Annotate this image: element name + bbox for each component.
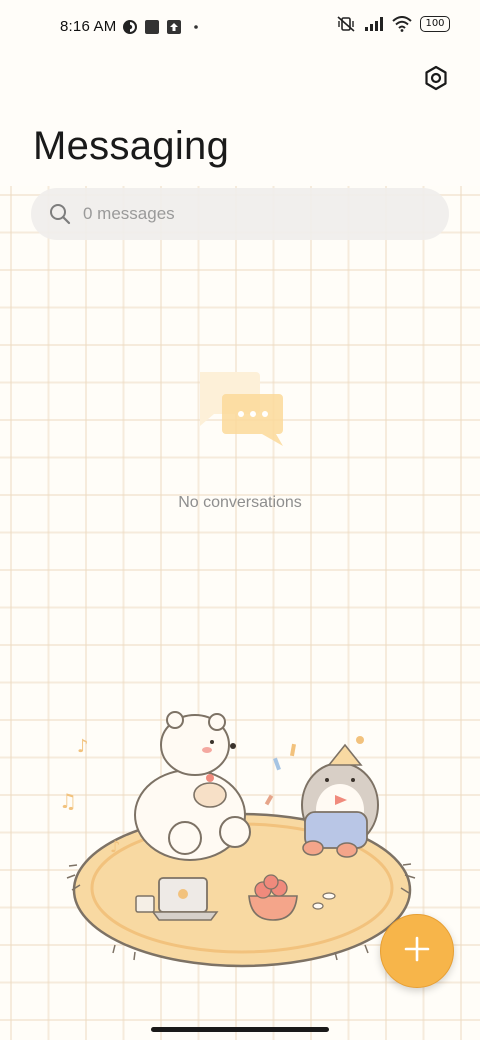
svg-text:♪: ♪ (77, 736, 89, 757)
status-right: 100 (336, 16, 450, 32)
status-bar: 8:16 AM 100 (0, 0, 480, 56)
status-time: 8:16 AM (60, 18, 117, 35)
search-icon (49, 203, 71, 225)
dot-icon (188, 19, 204, 35)
data-saver-icon (122, 19, 138, 35)
wifi-icon (392, 16, 412, 32)
status-left: 8:16 AM (60, 18, 204, 35)
signal-icon (364, 16, 384, 32)
upload-notification-icon (166, 19, 182, 35)
vibrate-off-icon (336, 16, 356, 32)
settings-icon (423, 65, 449, 96)
battery-icon: 100 (420, 16, 450, 32)
search-bar[interactable]: 0 messages (31, 188, 449, 240)
party-illustration: ♪ ♫ ♪ (55, 700, 430, 975)
square-notification-icon (144, 19, 160, 35)
page-title: Messaging (33, 124, 230, 168)
chat-bubbles-icon (196, 368, 286, 448)
home-indicator[interactable] (151, 1027, 329, 1032)
search-placeholder: 0 messages (83, 204, 175, 223)
settings-button[interactable] (420, 64, 452, 96)
new-conversation-button[interactable] (380, 914, 454, 988)
plus-icon (403, 935, 431, 968)
svg-text:♫: ♫ (59, 789, 77, 813)
svg-text:♪: ♪ (110, 837, 120, 856)
empty-state-text: No conversations (178, 494, 302, 511)
